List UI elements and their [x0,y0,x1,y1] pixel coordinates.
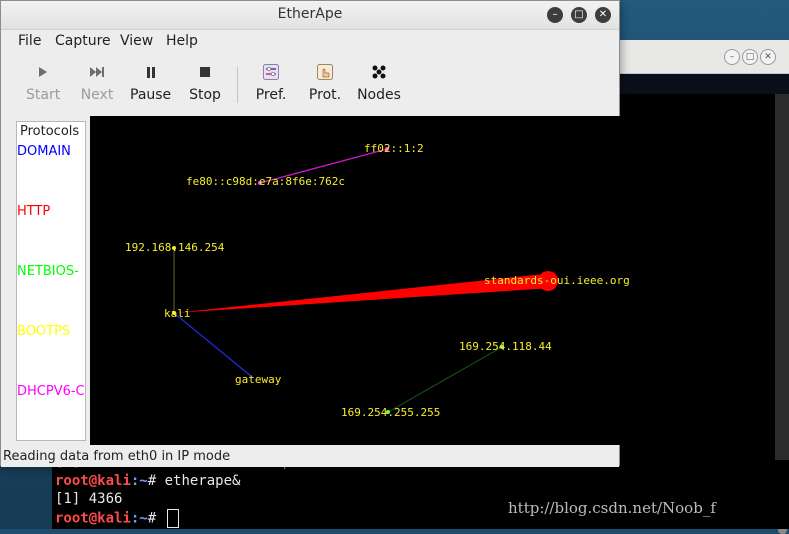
menu-bar: File Capture View Help [1,29,619,53]
pause-button[interactable]: Pause [130,61,171,103]
maximize-icon[interactable]: □ [571,7,587,23]
toolbar: Start Next Pause Stop Pref. Prot. Nodes [1,55,619,107]
node-label[interactable]: standards-oui.ieee.org [484,274,630,287]
skip-forward-icon [79,61,115,83]
terminal-line: [1] 4366 [55,491,123,507]
network-canvas[interactable]: ff02::1:2 fe80::c98d:e7a:8f6e:762c 192.1… [90,116,630,445]
protocols-button[interactable]: Prot. [308,61,342,103]
toolbar-separator [237,67,238,103]
next-button[interactable]: Next [79,61,115,103]
play-icon [26,61,60,83]
link-domain [173,312,253,378]
close-icon[interactable]: ✕ [595,7,611,23]
protocols-title: Protocols [20,124,80,139]
terminal-cursor [166,509,179,528]
minimize-icon[interactable]: – [547,7,563,23]
node-label[interactable]: 169.254.255.255 [341,406,440,419]
close-icon[interactable]: ✕ [760,49,776,65]
stop-button[interactable]: Stop [188,61,222,103]
node-label[interactable]: kali [164,307,191,320]
terminal-prompt-line: root@kali:~# [55,509,179,528]
protocols-legend[interactable]: Protocols DOMAIN HTTP NETBIOS- BOOTPS DH… [16,121,86,441]
terminal-titlebar[interactable]: – □ ✕ [601,40,789,74]
link-netbios [387,346,503,413]
node-label[interactable]: 192.168.146.254 [125,241,224,254]
terminal-output[interactable]: [1] Exit 1 etherape root@kali:~# etherap… [52,460,789,529]
etherape-window[interactable]: EtherApe – □ ✕ File Capture View Help St… [0,0,630,467]
node-label[interactable]: 169.254.118.44 [459,340,552,353]
protocol-item-netbios[interactable]: NETBIOS- [17,264,79,279]
menu-help[interactable]: Help [166,33,198,49]
terminal-line: root@kali:~# etherape& [55,473,241,489]
status-text: Reading data from eth0 in IP mode [3,449,231,464]
node-label[interactable]: fe80::c98d:e7a:8f6e:762c [186,175,345,188]
status-bar: Reading data from eth0 in IP mode [1,447,619,467]
protocol-item-http[interactable]: HTTP [17,204,50,219]
protocol-item-bootps[interactable]: BOOTPS [17,324,70,339]
maximize-icon[interactable]: □ [742,49,758,65]
menu-capture[interactable]: Capture [55,33,111,49]
nodes-button[interactable]: Nodes [357,61,401,103]
minimize-icon[interactable]: – [724,49,740,65]
menu-view[interactable]: View [120,33,153,49]
preferences-button[interactable]: Pref. [253,61,289,103]
stop-icon [188,61,222,83]
protocols-icon [308,61,342,83]
window-titlebar[interactable]: EtherApe – □ ✕ [1,1,619,30]
protocol-item-domain[interactable]: DOMAIN [17,144,71,159]
pause-icon [130,61,171,83]
node-label[interactable]: gateway [235,373,281,386]
node-label[interactable]: ff02::1:2 [364,142,424,155]
window-title: EtherApe [277,6,343,22]
watermark: http://blog.csdn.net/Noob_f [508,499,716,517]
menu-file[interactable]: File [18,33,41,49]
start-button[interactable]: Start [26,61,60,103]
nodes-icon [357,61,401,83]
preferences-icon [253,61,289,83]
protocol-item-dhcpv6[interactable]: DHCPV6-C [17,384,85,399]
